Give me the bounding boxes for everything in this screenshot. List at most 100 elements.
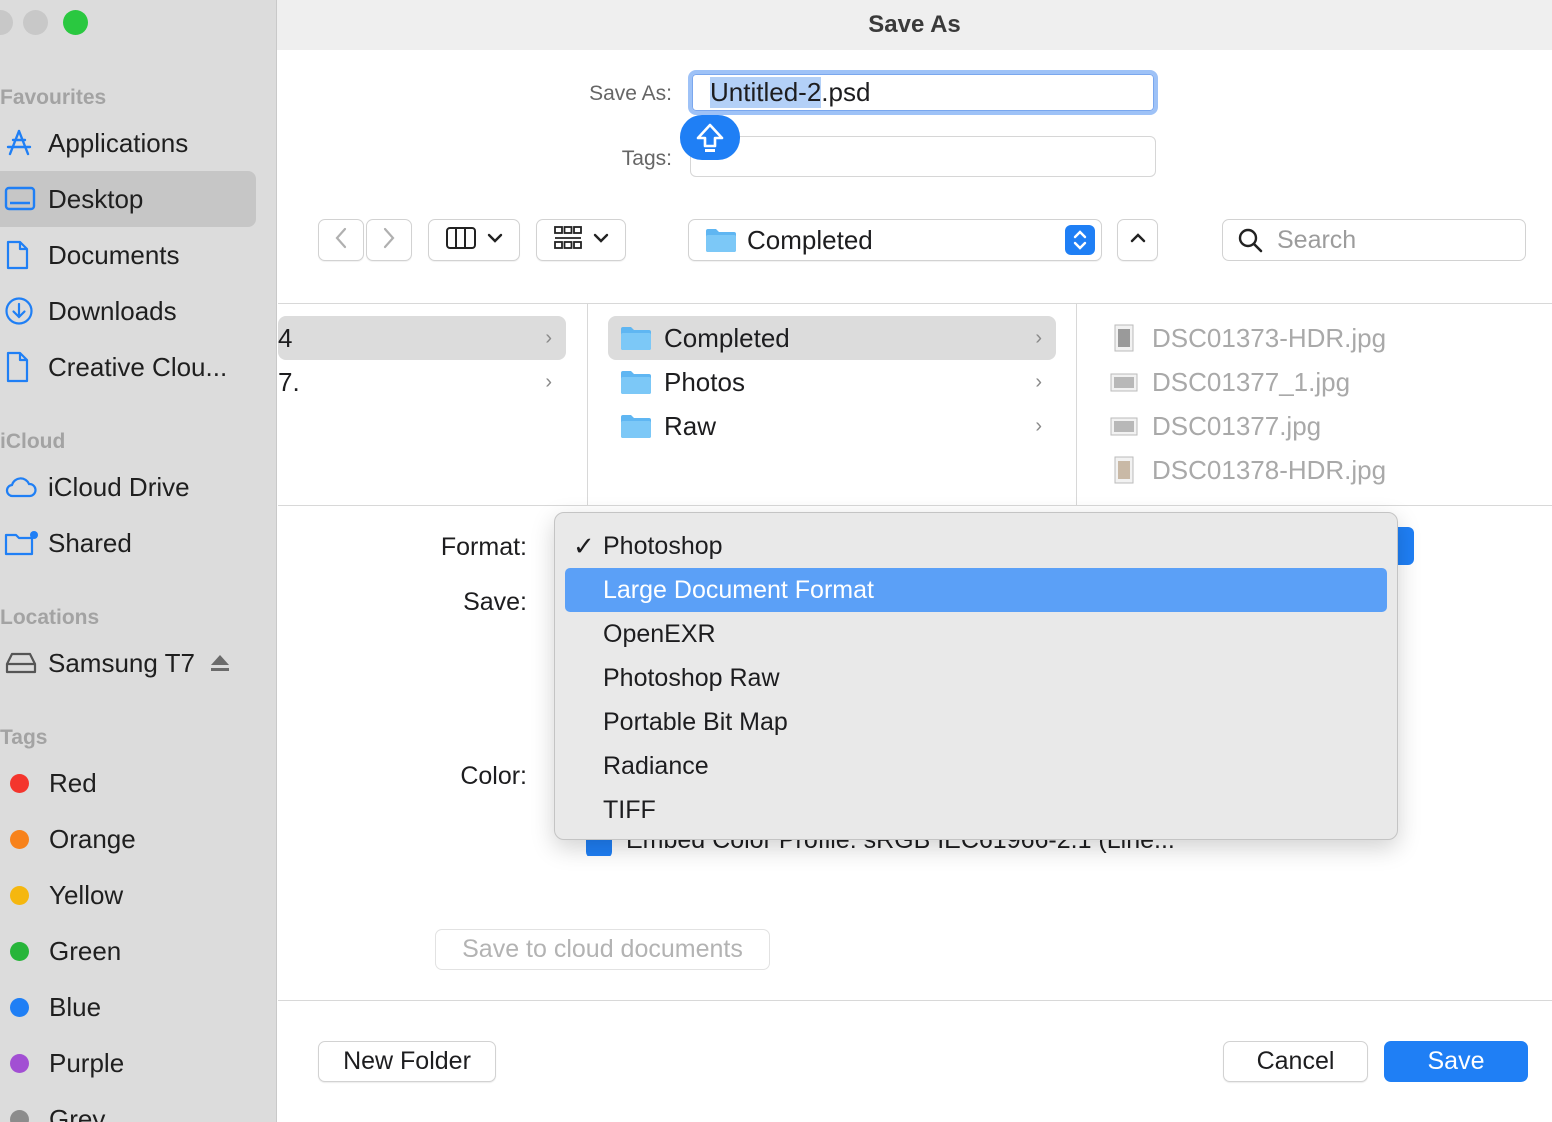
save-to-cloud-button[interactable]: Save to cloud documents <box>435 929 770 970</box>
menu-item-label: Photoshop <box>603 531 723 560</box>
list-item-label: Completed <box>664 322 790 353</box>
filename-extension: .psd <box>821 77 871 107</box>
browser-column-3: DSC01373-HDR.jpg DSC01377_1.jpg DSC01377… <box>1110 316 1530 492</box>
tag-color-dot <box>10 941 29 961</box>
sidebar-tag-red[interactable]: Red <box>0 755 256 811</box>
menu-item-openexr[interactable]: OpenEXR <box>565 612 1387 656</box>
file-name: DSC01378-HDR.jpg <box>1152 454 1387 485</box>
search-field[interactable]: Search <box>1222 219 1526 261</box>
sidebar-item-applications[interactable]: Applications <box>0 115 256 171</box>
sidebar-item-downloads[interactable]: Downloads <box>0 283 256 339</box>
file-name: DSC01377_1.jpg <box>1152 366 1351 397</box>
checkmark-icon: ✓ <box>573 530 595 561</box>
sidebar-item-documents[interactable]: Documents <box>0 227 256 283</box>
list-item[interactable]: Photos › <box>608 360 1056 404</box>
sidebar-item-creative-cloud[interactable]: Creative Clou... <box>0 339 256 395</box>
collapse-button[interactable] <box>1117 219 1158 261</box>
sidebar-item-label: Yellow <box>49 879 124 910</box>
list-item[interactable]: 4 › <box>278 316 566 360</box>
browser-column-2: Completed › Photos › Raw › <box>608 316 1056 448</box>
chevron-right-icon: › <box>1035 326 1042 349</box>
menu-item-label: Large Document Format <box>603 575 874 604</box>
forward-button[interactable] <box>366 219 412 261</box>
document-icon <box>0 240 48 270</box>
grid-group-icon <box>553 225 583 256</box>
filename-selected-text: Untitled-2 <box>710 77 822 108</box>
image-file-icon <box>1110 367 1138 397</box>
column-divider <box>587 303 588 506</box>
list-item[interactable]: 7. › <box>278 360 566 404</box>
tags-label: Tags: <box>621 147 672 170</box>
chevron-down-icon <box>487 231 503 249</box>
folder-icon <box>620 369 652 395</box>
sidebar-item-icloud-drive[interactable]: iCloud Drive <box>0 459 256 515</box>
image-file-icon <box>1110 411 1138 441</box>
sidebar-item-label: Blue <box>49 991 102 1022</box>
applications-icon <box>0 128 48 158</box>
file-row[interactable]: DSC01377_1.jpg <box>1110 360 1530 404</box>
sidebar-item-samsung-t7[interactable]: Samsung T7 <box>0 635 256 691</box>
list-item[interactable]: Raw › <box>608 404 1056 448</box>
menu-item-large-document-format[interactable]: Large Document Format <box>565 568 1387 612</box>
sidebar-item-label: iCloud Drive <box>48 471 190 502</box>
cancel-button[interactable]: Cancel <box>1223 1041 1368 1082</box>
menu-item-label: OpenEXR <box>603 619 716 648</box>
list-item-label: 7. <box>278 366 300 397</box>
file-row[interactable]: DSC01373-HDR.jpg <box>1110 316 1530 360</box>
sidebar-item-label: Applications <box>48 127 189 158</box>
sidebar-tag-purple[interactable]: Purple <box>0 1035 256 1091</box>
close-window-button[interactable] <box>0 10 13 35</box>
menu-item-label: TIFF <box>603 795 656 824</box>
save-button[interactable]: Save <box>1384 1041 1528 1082</box>
search-placeholder: Search <box>1277 225 1357 254</box>
menu-item-photoshop-raw[interactable]: Photoshop Raw <box>565 656 1387 700</box>
sidebar-tag-blue[interactable]: Blue <box>0 979 256 1035</box>
view-mode-button[interactable] <box>428 219 520 261</box>
menu-item-portable-bit-map[interactable]: Portable Bit Map <box>565 700 1387 744</box>
file-row[interactable]: DSC01377.jpg <box>1110 404 1530 448</box>
file-row[interactable]: DSC01378-HDR.jpg <box>1110 448 1530 492</box>
tag-color-dot <box>10 829 29 849</box>
filename-field[interactable]: Untitled-2 .psd <box>688 70 1158 115</box>
locations-heading: Locations <box>0 606 100 629</box>
eject-icon[interactable] <box>209 653 231 673</box>
sidebar-item-label: Grey <box>49 1103 106 1122</box>
minimize-window-button[interactable] <box>23 10 48 35</box>
tags-field[interactable] <box>690 136 1156 177</box>
chevron-up-icon <box>1129 231 1147 249</box>
new-folder-button[interactable]: New Folder <box>318 1041 496 1082</box>
sidebar-item-label: Purple <box>49 1047 125 1078</box>
sidebar-tag-yellow[interactable]: Yellow <box>0 867 256 923</box>
sidebar-item-shared[interactable]: Shared <box>0 515 256 571</box>
menu-item-radiance[interactable]: Radiance <box>565 744 1387 788</box>
download-icon <box>0 296 48 326</box>
save-options-label: Save: <box>463 588 527 616</box>
window-title: Save As <box>277 0 1552 50</box>
color-label: Color: <box>460 762 527 790</box>
group-button[interactable] <box>536 219 626 261</box>
folder-icon <box>620 325 652 351</box>
list-item-label: Photos <box>664 366 745 397</box>
menu-item-photoshop[interactable]: ✓ Photoshop <box>565 524 1387 568</box>
sidebar-item-label: Shared <box>48 527 132 558</box>
sidebar-tag-green[interactable]: Green <box>0 923 256 979</box>
sidebar-item-desktop[interactable]: Desktop <box>0 171 256 227</box>
tag-color-dot <box>10 1109 29 1122</box>
menu-item-label: Photoshop Raw <box>603 663 780 692</box>
chevron-right-icon: › <box>545 326 552 349</box>
sidebar-tag-orange[interactable]: Orange <box>0 811 256 867</box>
sidebar-item-label: Desktop <box>48 183 144 214</box>
drive-icon <box>0 650 48 676</box>
chevron-right-icon: › <box>1035 414 1042 437</box>
menu-item-tiff[interactable]: TIFF <box>565 788 1387 832</box>
sidebar-item-label: Downloads <box>48 295 177 326</box>
tags-heading: Tags <box>0 726 48 749</box>
tag-color-dot <box>10 1053 29 1073</box>
back-button[interactable] <box>318 219 364 261</box>
sidebar-tag-grey[interactable]: Grey <box>0 1091 256 1122</box>
location-popup[interactable]: Completed <box>688 219 1102 261</box>
list-item[interactable]: Completed › <box>608 316 1056 360</box>
desktop-icon <box>0 185 48 213</box>
zoom-window-button[interactable] <box>63 10 88 35</box>
chevron-left-icon <box>333 226 349 255</box>
